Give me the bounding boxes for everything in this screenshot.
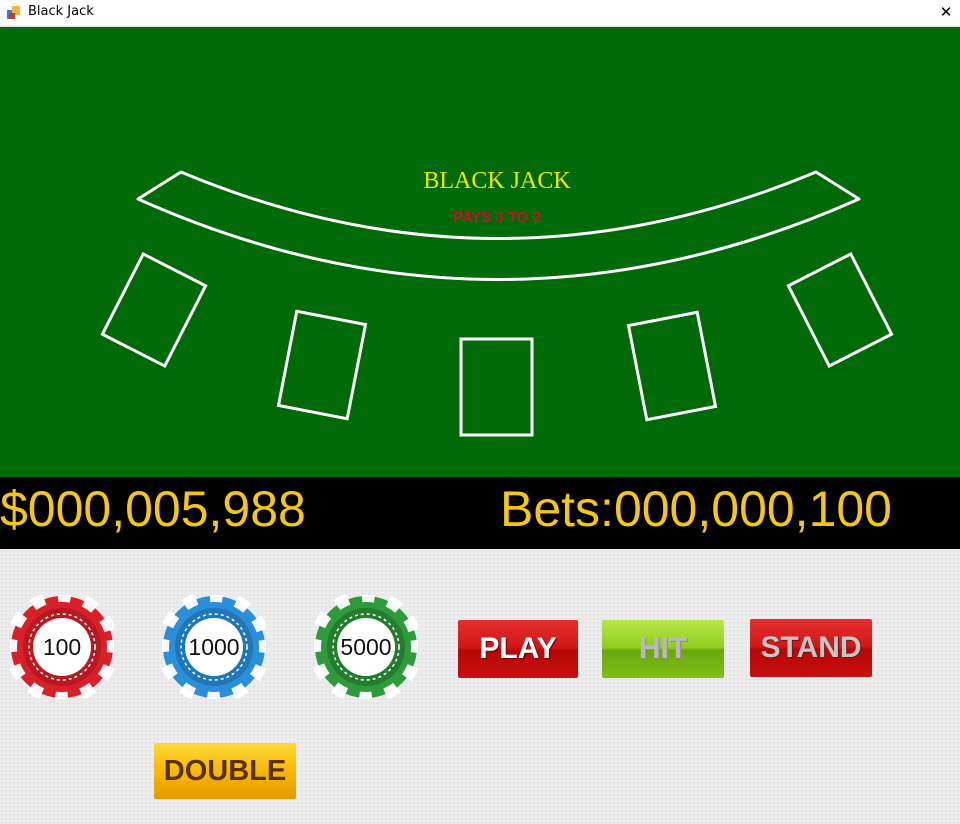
bet-box-1 (100, 251, 208, 369)
table-subtitle: PAYS 3 TO 2 (453, 209, 541, 226)
status-bar: $000,005,988 Bets:000,000,100 (0, 477, 960, 549)
chip-100-label: 100 (42, 634, 82, 660)
chip-5000-button[interactable]: 5000 (314, 595, 418, 699)
table-markings: BLACK JACK PAYS 3 TO 2 (100, 168, 894, 437)
window-title: Black Jack (28, 4, 94, 19)
table-title: BLACK JACK (423, 168, 571, 194)
title-bar: Black Jack ✕ (0, 0, 960, 27)
bet-box-4 (626, 310, 718, 422)
close-button[interactable]: ✕ (932, 0, 960, 26)
chip-5000-label: 5000 (340, 634, 392, 660)
app-icon (7, 6, 20, 19)
control-panel: 100 1000 5000 PLAY HIT STAND DOUBLE (0, 549, 960, 824)
play-button[interactable]: PLAY (458, 620, 578, 678)
chip-1000-label: 1000 (188, 634, 240, 660)
double-button[interactable]: DOUBLE (154, 743, 296, 799)
bet-box-5 (786, 251, 894, 369)
chip-1000-button[interactable]: 1000 (162, 595, 266, 699)
blackjack-table: BLACK JACK PAYS 3 TO 2 (0, 27, 960, 477)
bet-box-3 (459, 337, 534, 437)
hit-button[interactable]: HIT (602, 620, 724, 678)
stand-button[interactable]: STAND (750, 619, 872, 677)
bets-display: Bets:000,000,100 (500, 481, 892, 537)
money-display: $000,005,988 (0, 481, 306, 537)
close-icon: ✕ (939, 3, 953, 21)
chip-100-button[interactable]: 100 (10, 595, 114, 699)
bet-box-2 (276, 309, 368, 421)
